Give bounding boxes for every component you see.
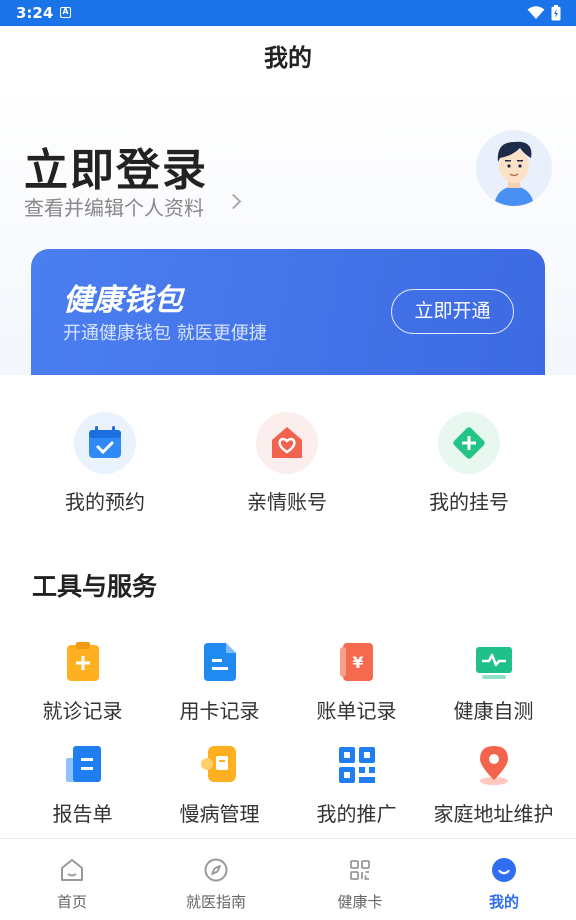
tab-mine[interactable]: 我的 xyxy=(432,839,576,920)
bottom-tab-bar: 首页 就医指南 健康卡 我的 xyxy=(0,838,576,920)
report-icon xyxy=(63,744,103,786)
tool-chronic-disease[interactable]: 慢病管理 xyxy=(151,744,288,827)
tool-label: 家庭地址维护 xyxy=(433,802,554,826)
location-pin-icon xyxy=(474,744,514,786)
edit-profile-link[interactable]: 查看并编辑个人资料 xyxy=(24,192,204,221)
tool-card-usage-records[interactable]: 用卡记录 xyxy=(151,641,288,724)
tool-label: 健康自测 xyxy=(453,699,534,723)
login-button[interactable]: 立即登录 xyxy=(24,134,208,198)
quick-my-appointments[interactable]: 我的预约 xyxy=(14,412,196,515)
tool-bill-records[interactable]: ¥ 账单记录 xyxy=(288,641,425,724)
tool-label: 用卡记录 xyxy=(179,699,260,723)
svg-text:¥: ¥ xyxy=(352,653,363,672)
chronic-icon xyxy=(200,744,240,786)
tab-home[interactable]: 首页 xyxy=(0,839,144,920)
card-grid-icon xyxy=(347,857,373,883)
wallet-subtitle: 开通健康钱包 就医更便捷 xyxy=(63,323,267,344)
tab-label: 首页 xyxy=(56,893,87,911)
profile-icon xyxy=(491,857,517,883)
tool-reports[interactable]: 报告单 xyxy=(14,744,151,827)
notification-a-icon: A xyxy=(60,7,71,18)
status-time: 3:24 xyxy=(16,4,54,22)
battery-icon xyxy=(551,5,561,21)
tab-label: 我的 xyxy=(488,893,519,911)
card-file-icon xyxy=(200,641,240,683)
tab-medical-guide[interactable]: 就医指南 xyxy=(144,839,288,920)
quick-my-registrations[interactable]: 我的挂号 xyxy=(378,412,560,515)
monitor-pulse-icon xyxy=(474,641,514,683)
tab-health-card[interactable]: 健康卡 xyxy=(288,839,432,920)
qrcode-icon xyxy=(337,744,377,786)
tab-label: 健康卡 xyxy=(337,893,383,911)
home-icon xyxy=(59,857,85,883)
tool-label: 报告单 xyxy=(52,802,113,826)
heart-house-icon xyxy=(256,412,318,474)
chevron-right-icon xyxy=(225,193,242,210)
tool-family-address[interactable]: 家庭地址维护 xyxy=(425,744,562,827)
quick-label: 亲情账号 xyxy=(247,490,327,514)
calendar-icon xyxy=(74,412,136,474)
tool-health-self-test[interactable]: 健康自测 xyxy=(425,641,562,724)
tool-label: 账单记录 xyxy=(316,699,397,723)
yen-bill-icon: ¥ xyxy=(337,641,377,683)
tool-visit-records[interactable]: 就诊记录 xyxy=(14,641,151,724)
tool-label: 我的推广 xyxy=(316,802,397,826)
status-bar: 3:24 A xyxy=(0,0,576,26)
wifi-icon xyxy=(527,6,545,19)
clipboard-plus-icon xyxy=(63,641,103,683)
tools-section-title: 工具与服务 xyxy=(32,572,158,601)
page-title: 我的 xyxy=(264,44,312,72)
avatar[interactable] xyxy=(476,130,552,206)
main-content: 我的预约 亲情账号 我的挂号 工具与服务 就诊记录 用卡记录 ¥ 账单记录 健康… xyxy=(0,375,576,840)
avatar-illustration-icon xyxy=(494,141,534,206)
health-wallet-card[interactable]: 健康钱包 开通健康钱包 就医更便捷 立即开通 xyxy=(31,249,545,389)
compass-icon xyxy=(203,857,229,883)
open-wallet-button[interactable]: 立即开通 xyxy=(391,289,514,334)
wallet-title: 健康钱包 xyxy=(63,283,183,318)
quick-label: 我的预约 xyxy=(65,490,145,514)
tool-label: 慢病管理 xyxy=(179,802,260,826)
register-icon xyxy=(438,412,500,474)
quick-family-accounts[interactable]: 亲情账号 xyxy=(196,412,378,515)
quick-label: 我的挂号 xyxy=(429,490,509,514)
page-header: 我的 xyxy=(0,26,576,86)
tool-label: 就诊记录 xyxy=(42,699,123,723)
tab-label: 就医指南 xyxy=(185,893,246,911)
tool-my-promotion[interactable]: 我的推广 xyxy=(288,744,425,827)
